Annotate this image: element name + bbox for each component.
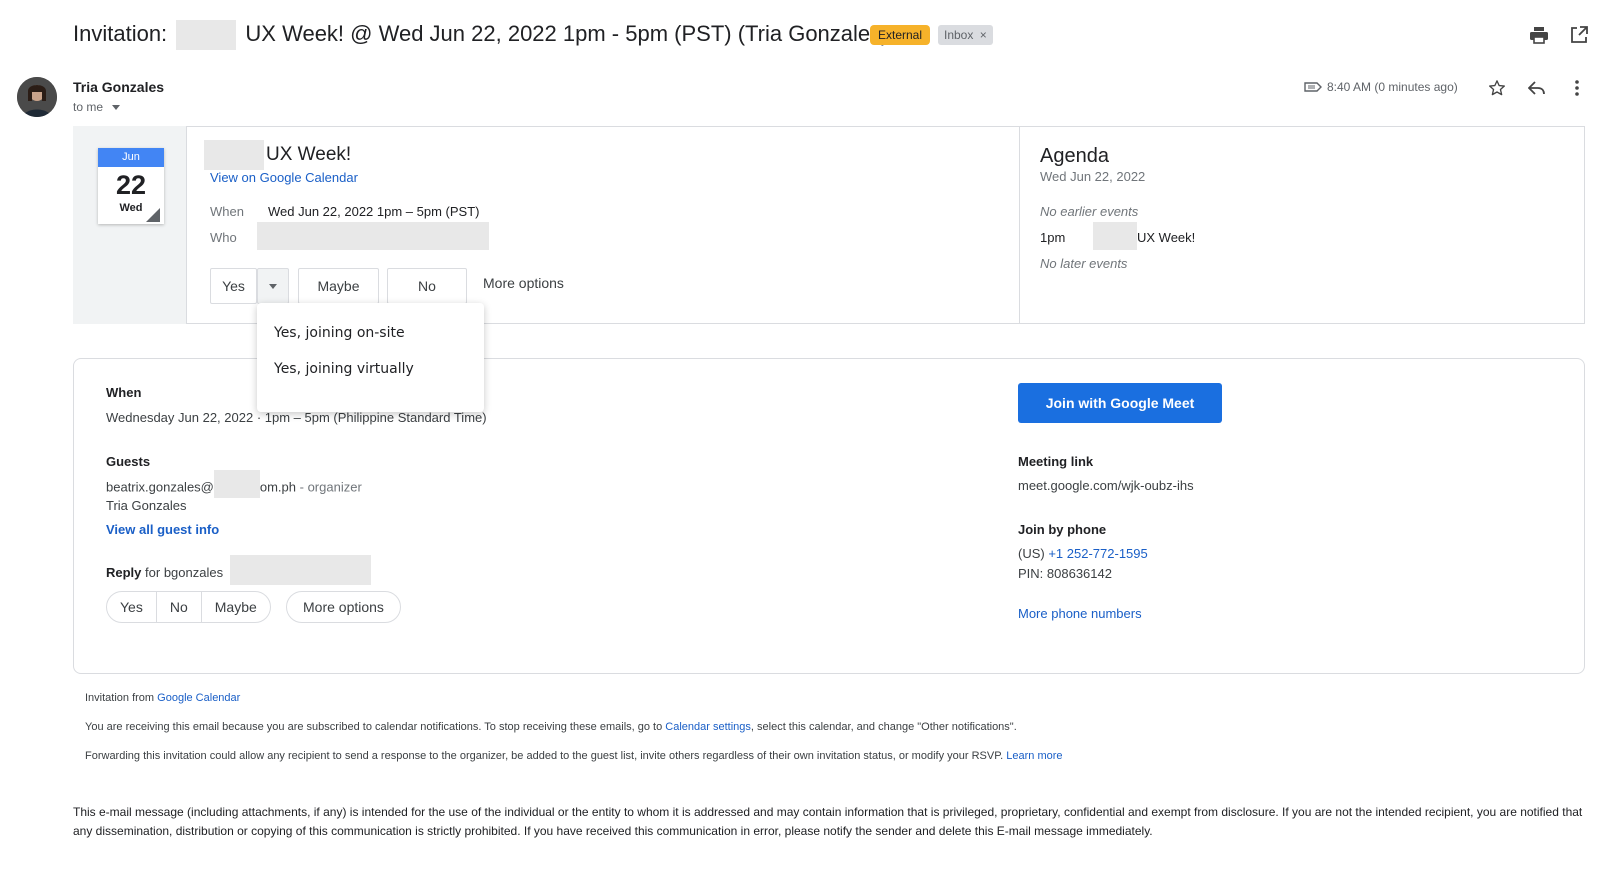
- subject-prefix: Invitation:: [73, 20, 168, 46]
- redacted-block: [257, 222, 489, 250]
- reply-maybe-button[interactable]: Maybe: [200, 592, 270, 622]
- phone-country: (US): [1018, 546, 1045, 561]
- agenda-title: Agenda: [1040, 145, 1109, 167]
- subscription-text-end: , select this calendar, and change "Othe…: [750, 721, 1017, 733]
- avatar: [17, 77, 57, 117]
- meeting-link-heading: Meeting link: [1018, 454, 1094, 469]
- calendar-month: Jun: [98, 148, 164, 167]
- guest-email-end: om.ph: [259, 479, 297, 495]
- chevron-down-icon: [112, 105, 121, 111]
- rsvp-maybe-button[interactable]: Maybe: [298, 268, 379, 304]
- inbox-label-remove[interactable]: ×: [980, 28, 987, 42]
- calendar-date-icon: Jun 22 Wed: [98, 148, 164, 224]
- reply-for-text: for bgonzales: [145, 565, 224, 580]
- forwarding-text: Forwarding this invitation could allow a…: [85, 750, 1004, 762]
- redacted-block: [204, 140, 264, 170]
- guests-heading: Guests: [106, 454, 151, 469]
- guest-role: - organizer: [299, 479, 362, 495]
- phone-pin: PIN: 808636142: [1018, 566, 1112, 581]
- menu-item-joining-onsite[interactable]: Yes, joining on-site: [274, 325, 405, 341]
- redacted-block: [213, 470, 260, 498]
- rsvp-yes-button[interactable]: Yes: [210, 268, 257, 304]
- menu-item-joining-virtually[interactable]: Yes, joining virtually: [274, 361, 414, 377]
- view-all-guest-info-link[interactable]: View all guest info: [106, 522, 219, 537]
- guest-name: Tria Gonzales: [106, 498, 187, 513]
- guest-organizer: beatrix.gonzales@ om.ph - organizer: [106, 470, 362, 498]
- timestamp: 8:40 AM (0 minutes ago): [1327, 80, 1458, 94]
- reply-no-button[interactable]: No: [155, 592, 201, 622]
- learn-more-link[interactable]: Learn more: [1006, 750, 1062, 762]
- when-value: Wed Jun 22, 2022 1pm – 5pm (PST): [268, 204, 480, 219]
- agenda-event-title: UX Week!: [1137, 230, 1196, 245]
- rsvp-no-button[interactable]: No: [387, 268, 467, 304]
- sender-name: Tria Gonzales: [73, 79, 165, 95]
- star-icon[interactable]: [1484, 75, 1510, 101]
- view-on-google-calendar-link[interactable]: View on Google Calendar: [210, 170, 358, 185]
- inbox-label[interactable]: Inbox ×: [938, 25, 993, 45]
- join-google-meet-button[interactable]: Join with Google Meet: [1018, 383, 1222, 423]
- meeting-link[interactable]: meet.google.com/wjk-oubz-ihs: [1018, 478, 1194, 493]
- forwarding-notice: Forwarding this invitation could allow a…: [85, 750, 1063, 762]
- more-phone-numbers-link[interactable]: More phone numbers: [1018, 606, 1142, 621]
- reply-label: Reply: [106, 565, 142, 580]
- open-new-window-icon[interactable]: [1566, 22, 1592, 48]
- caret-down-icon: [269, 283, 277, 289]
- more-vert-icon[interactable]: [1564, 75, 1590, 101]
- redacted-block: [230, 555, 371, 585]
- calendar-settings-link[interactable]: Calendar settings: [665, 721, 751, 733]
- google-calendar-link[interactable]: Google Calendar: [157, 692, 240, 704]
- agenda-date: Wed Jun 22, 2022: [1040, 169, 1146, 184]
- invitation-from-text: Invitation from: [85, 692, 155, 704]
- reply-icon[interactable]: [1524, 75, 1550, 101]
- no-earlier-events: No earlier events: [1040, 204, 1139, 219]
- no-later-events: No later events: [1040, 256, 1128, 271]
- label-icon: [1304, 80, 1322, 98]
- rsvp-more-options[interactable]: More options: [483, 275, 564, 291]
- external-badge: External: [870, 25, 931, 45]
- rsvp-yes-dropdown-menu: Yes, joining on-site Yes, joining virtua…: [257, 303, 484, 412]
- email-disclaimer: This e-mail message (including attachmen…: [73, 805, 1583, 838]
- subscription-text-start: You are receiving this email because you…: [85, 721, 663, 733]
- details-when-heading: When: [106, 385, 142, 400]
- details-when-value: Wednesday Jun 22, 2022 · 1pm – 5pm (Phil…: [106, 410, 487, 425]
- reply-for: Reply for bgonzales: [106, 565, 223, 580]
- subscription-notice: You are receiving this email because you…: [85, 721, 1017, 733]
- who-label: Who: [210, 230, 237, 245]
- phone-number-link[interactable]: +1 252-772-1595: [1048, 546, 1147, 561]
- email-subject: Invitation: UX Week! @ Wed Jun 22, 2022 …: [73, 20, 888, 50]
- reply-yes-button[interactable]: Yes: [107, 592, 156, 622]
- reply-more-options-button[interactable]: More options: [286, 591, 401, 623]
- agenda-event-time: 1pm: [1040, 230, 1066, 245]
- subject-rest: UX Week! @ Wed Jun 22, 2022 1pm - 5pm (P…: [245, 20, 889, 46]
- phone-line: (US) +1 252-772-1595: [1018, 546, 1148, 561]
- redacted-block: [1093, 222, 1137, 250]
- when-label: When: [210, 204, 244, 219]
- reply-button-group: Yes No Maybe: [106, 591, 271, 623]
- inbox-label-text: Inbox: [944, 28, 974, 42]
- divider: [1019, 126, 1020, 324]
- redacted-block: [176, 20, 237, 50]
- page-fold-icon: [146, 208, 160, 222]
- event-title: UX Week!: [266, 144, 352, 165]
- calendar-day: 22: [115, 170, 147, 200]
- recipients-toggle[interactable]: to me: [73, 100, 121, 114]
- join-by-phone-heading: Join by phone: [1018, 522, 1107, 537]
- print-icon[interactable]: [1526, 22, 1552, 48]
- rsvp-yes-options-button[interactable]: [257, 268, 289, 304]
- recipients-text: to me: [73, 100, 104, 114]
- invitation-from: Invitation from Google Calendar: [85, 692, 240, 704]
- guest-email-start: beatrix.gonzales@: [106, 479, 214, 495]
